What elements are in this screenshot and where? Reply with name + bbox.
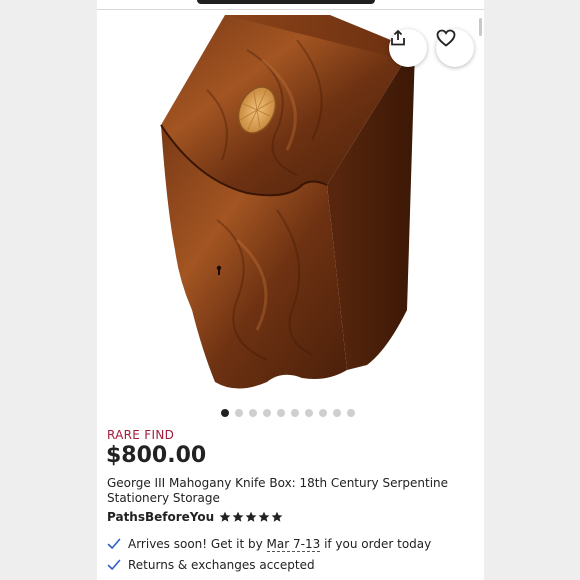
- shop-name-link[interactable]: PathsBeforeYou: [107, 510, 214, 524]
- product-photo[interactable]: [97, 10, 484, 402]
- checkmark-icon: [107, 559, 121, 570]
- star-filled-icon: [232, 511, 244, 522]
- star-filled-icon: [219, 511, 231, 522]
- arrival-dates-link[interactable]: Mar 7-13: [266, 537, 321, 552]
- top-bar: [97, 0, 484, 10]
- listing-screen: RARE FIND $800.00 George III Mahogany Kn…: [97, 0, 484, 580]
- rare-find-badge: RARE FIND: [107, 428, 175, 442]
- carousel-dot[interactable]: [319, 409, 327, 417]
- returns-text: Returns & exchanges accepted: [128, 558, 315, 572]
- backdrop-right: [484, 0, 580, 580]
- carousel-dot[interactable]: [277, 409, 285, 417]
- share-button[interactable]: [389, 29, 427, 67]
- carousel-dot[interactable]: [221, 409, 229, 417]
- carousel-dot[interactable]: [263, 409, 271, 417]
- arrival-suffix: if you order today: [324, 537, 432, 551]
- carousel-dot[interactable]: [333, 409, 341, 417]
- shop-row: PathsBeforeYou: [107, 510, 283, 524]
- carousel-dot[interactable]: [347, 409, 355, 417]
- scroll-indicator: [479, 18, 482, 36]
- favorite-button[interactable]: [436, 29, 474, 67]
- carousel-dot[interactable]: [291, 409, 299, 417]
- checkmark-icon: [107, 538, 121, 549]
- carousel-dots[interactable]: [221, 408, 355, 418]
- share-icon: [391, 30, 405, 46]
- star-filled-icon: [245, 511, 257, 522]
- shop-rating[interactable]: [219, 511, 283, 523]
- star-filled-icon: [271, 511, 283, 522]
- arrival-prefix: Arrives soon! Get it by: [128, 537, 263, 551]
- carousel-dot[interactable]: [305, 409, 313, 417]
- backdrop-left: [0, 0, 97, 580]
- returns-feature: Returns & exchanges accepted: [107, 558, 315, 572]
- carousel-dot[interactable]: [249, 409, 257, 417]
- arrival-feature: Arrives soon! Get it by Mar 7-13 if you …: [107, 537, 432, 552]
- arrival-text: Arrives soon! Get it by Mar 7-13 if you …: [128, 537, 432, 552]
- listing-title: George III Mahogany Knife Box: 18th Cent…: [107, 476, 449, 505]
- price: $800.00: [106, 443, 207, 468]
- heart-outline-icon: [436, 29, 456, 47]
- carousel-dot[interactable]: [235, 409, 243, 417]
- knife-box-image: [160, 15, 415, 389]
- star-filled-icon: [258, 511, 270, 522]
- top-bar-pill: [197, 0, 375, 4]
